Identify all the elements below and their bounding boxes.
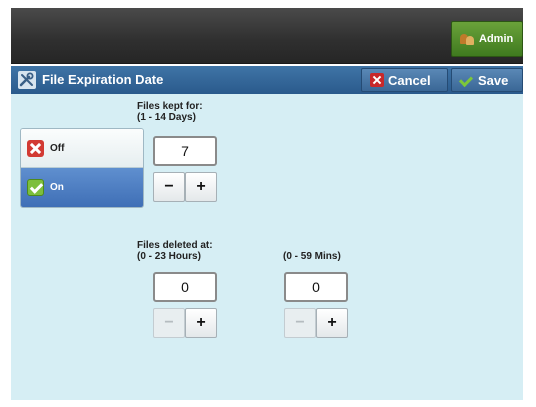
days-decrement-button[interactable]: −: [153, 172, 185, 202]
checkmark-icon: [460, 74, 474, 86]
off-label: Off: [50, 142, 65, 154]
mins-value-field[interactable]: 0: [284, 272, 348, 302]
hours-range: (0 - 23 Hours): [137, 251, 201, 262]
files-deleted-title: Files deleted at:: [137, 240, 213, 251]
files-deleted-label: Files deleted at: (0 - 23 Hours): [137, 240, 213, 262]
expiration-toggle-group: Off On: [20, 128, 144, 208]
tools-icon: [18, 71, 36, 89]
close-icon: [370, 73, 384, 87]
page-title: File Expiration Date: [42, 72, 164, 87]
save-label: Save: [478, 72, 509, 88]
mins-decrement-button[interactable]: −: [284, 308, 316, 338]
off-icon: [27, 139, 44, 157]
title-bar: File Expiration Date Cancel Save: [11, 66, 523, 94]
mins-increment-button[interactable]: +: [316, 308, 348, 338]
days-increment-button[interactable]: +: [185, 172, 217, 202]
files-kept-range: (1 - 14 Days): [137, 112, 196, 123]
save-button[interactable]: Save: [451, 68, 523, 92]
files-kept-title: Files kept for:: [137, 101, 203, 112]
off-option[interactable]: Off: [21, 129, 143, 168]
cancel-label: Cancel: [388, 72, 431, 88]
settings-panel: Off On Files kept for: (1 - 14 Days) 7 −…: [11, 94, 523, 400]
users-icon: [459, 32, 475, 46]
files-kept-label: Files kept for: (1 - 14 Days): [137, 101, 203, 123]
hours-increment-button[interactable]: +: [185, 308, 217, 338]
mins-stepper: − +: [284, 308, 348, 338]
on-option[interactable]: On: [21, 168, 143, 207]
hours-stepper: − +: [153, 308, 217, 338]
top-bar: Admin: [11, 8, 523, 64]
on-icon: [27, 179, 44, 196]
mins-range: (0 - 59 Mins): [283, 251, 341, 262]
cancel-button[interactable]: Cancel: [361, 68, 448, 92]
on-label: On: [50, 182, 64, 193]
days-stepper: − +: [153, 172, 217, 202]
days-value-field[interactable]: 7: [153, 136, 217, 166]
hours-value-field[interactable]: 0: [153, 272, 217, 302]
admin-label: Admin: [479, 33, 514, 45]
admin-button[interactable]: Admin: [451, 21, 523, 57]
hours-decrement-button[interactable]: −: [153, 308, 185, 338]
